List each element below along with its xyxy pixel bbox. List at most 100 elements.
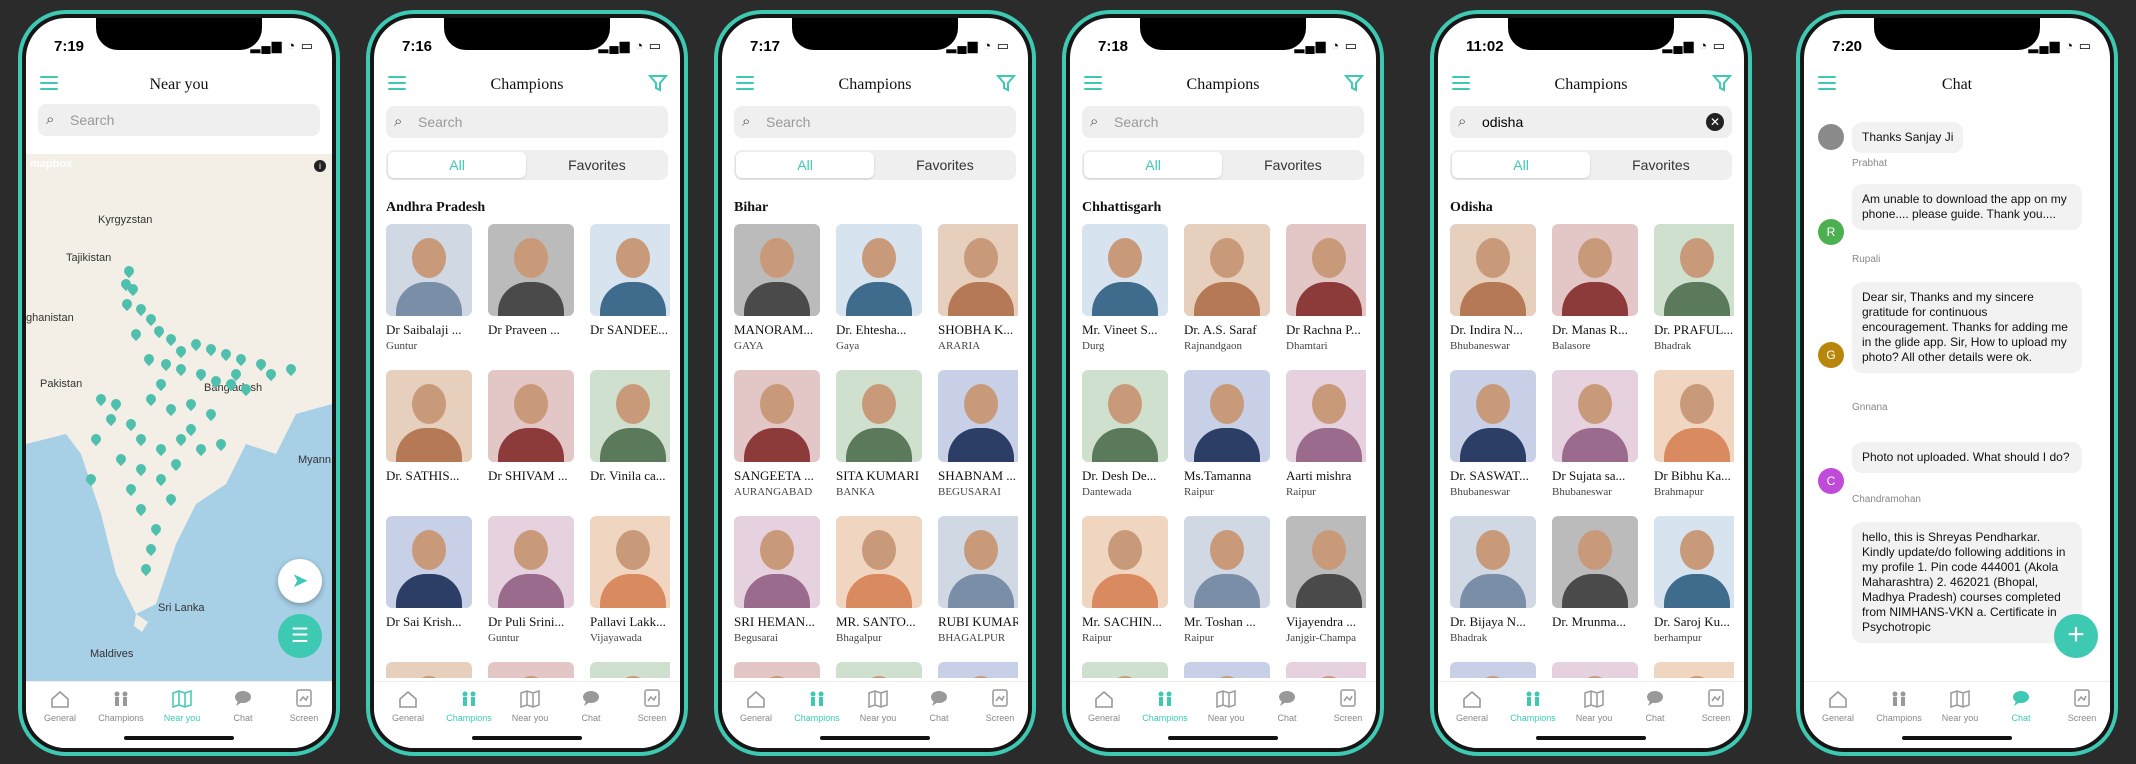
champion-card[interactable]: Dr Saibalaji ... Guntur (386, 224, 472, 352)
filter-icon[interactable] (648, 73, 668, 93)
champion-card[interactable]: Dr. Desh De... Dantewada (1082, 370, 1168, 498)
champion-card[interactable] (590, 662, 670, 678)
champion-card[interactable]: Ms.Tamanna Raipur (1184, 370, 1270, 498)
champion-card[interactable]: SHABNAM ... BEGUSARAI (938, 370, 1018, 498)
map[interactable]: mapbox i Kyrgyzstan Tajikistan ghanistan… (26, 154, 332, 682)
champion-card[interactable]: Aarti mishra Raipur (1286, 370, 1366, 498)
avatar[interactable] (1818, 124, 1844, 150)
champion-card[interactable]: Dr Bibhu Ka... Brahmapur (1654, 370, 1734, 498)
tab-favorites[interactable]: Favorites (1224, 152, 1362, 178)
champion-card[interactable] (836, 662, 922, 678)
champion-card[interactable]: Dr Rachna P... Dhamtari (1286, 224, 1366, 352)
champion-card[interactable] (488, 662, 574, 678)
tab-chat[interactable]: Chat (909, 688, 969, 723)
search-input[interactable]: ⌕ odisha ✕ (1450, 106, 1732, 138)
champion-card[interactable]: Dr. SASWAT... Bhubaneswar (1450, 370, 1536, 498)
tab-near-you[interactable]: Near you (1564, 688, 1624, 723)
champion-card[interactable]: Dr. A.S. Saraf Rajnandgaon (1184, 224, 1270, 352)
chat-message[interactable]: Dear sir, Thanks and my sincere gratitud… (1852, 282, 2082, 373)
locate-button[interactable]: ➤ (278, 559, 322, 603)
champion-card[interactable] (734, 662, 820, 678)
list-view-button[interactable]: ☰ (278, 614, 322, 658)
champion-card[interactable]: Vijayendra ... Janjgir-Champa (1286, 516, 1366, 644)
tab-all[interactable]: All (1084, 152, 1223, 178)
search-input[interactable]: ⌕ Search (1082, 106, 1364, 138)
search-input[interactable]: ⌕ Search (386, 106, 668, 138)
champion-card[interactable]: Dr Sai Krish... (386, 516, 472, 632)
tab-favorites[interactable]: Favorites (528, 152, 666, 178)
champion-card[interactable] (938, 662, 1018, 678)
tab-general[interactable]: General (1074, 688, 1134, 723)
tab-screen[interactable]: Screen (2052, 688, 2110, 723)
champion-card[interactable]: Mr. Toshan ... Raipur (1184, 516, 1270, 644)
tab-all[interactable]: All (388, 152, 527, 178)
info-icon[interactable]: i (314, 160, 326, 172)
champion-card[interactable] (386, 662, 472, 678)
tab-champions[interactable]: Champions (1869, 688, 1929, 723)
tab-favorites[interactable]: Favorites (1592, 152, 1730, 178)
avatar[interactable]: R (1818, 219, 1844, 245)
filter-icon[interactable] (1712, 73, 1732, 93)
champion-card[interactable]: Dr Sujata sa... Bhubaneswar (1552, 370, 1638, 498)
clear-search-icon[interactable]: ✕ (1706, 113, 1724, 131)
champion-card[interactable]: Dr. Indira N... Bhubaneswar (1450, 224, 1536, 352)
tab-near-you[interactable]: Near you (1196, 688, 1256, 723)
champion-card[interactable]: SHOBHA K... ARARIA (938, 224, 1018, 352)
champion-card[interactable]: Dr. Vinila ca... (590, 370, 670, 486)
filter-icon[interactable] (1344, 73, 1364, 93)
champion-card[interactable]: Dr SANDEE... (590, 224, 670, 340)
tab-chat[interactable]: Chat (1625, 688, 1685, 723)
search-input[interactable]: ⌕ Search (38, 104, 320, 136)
tab-near-you[interactable]: Near you (500, 688, 560, 723)
champion-card[interactable]: Dr. PRAFUL... Bhadrak (1654, 224, 1734, 352)
champion-card[interactable]: Dr Puli Srini... Guntur (488, 516, 574, 644)
tab-all[interactable]: All (1452, 152, 1591, 178)
avatar[interactable]: C (1818, 468, 1844, 494)
tab-champions[interactable]: Champions (787, 688, 847, 723)
champion-card[interactable]: Mr. SACHIN... Raipur (1082, 516, 1168, 644)
tab-screen[interactable]: Screen (1318, 688, 1376, 723)
champion-card[interactable]: Mr. Vineet S... Durg (1082, 224, 1168, 352)
champion-card[interactable] (1082, 662, 1168, 678)
tab-champions[interactable]: Champions (1135, 688, 1195, 723)
champion-card[interactable]: Dr. Ehtesha... Gaya (836, 224, 922, 352)
tab-screen[interactable]: Screen (622, 688, 680, 723)
chat-message[interactable]: hello, this is Shreyas Pendharkar. Kindl… (1852, 522, 2082, 643)
tab-general[interactable]: General (30, 688, 90, 723)
chat-message[interactable]: Photo not uploaded. What should I do? (1852, 442, 2082, 473)
tab-general[interactable]: General (726, 688, 786, 723)
tab-favorites[interactable]: Favorites (876, 152, 1014, 178)
champion-card[interactable]: Dr. Saroj Ku... berhampur (1654, 516, 1734, 644)
chat-message[interactable]: Am unable to download the app on my phon… (1852, 184, 2082, 230)
tab-champions[interactable]: Champions (1503, 688, 1563, 723)
champion-card[interactable] (1654, 662, 1734, 678)
champion-card[interactable]: SRI HEMAN... Begusarai (734, 516, 820, 644)
champion-card[interactable]: Dr. Manas R... Balasore (1552, 224, 1638, 352)
champion-card[interactable] (1286, 662, 1366, 678)
champion-card[interactable]: RUBI KUMARI BHAGALPUR (938, 516, 1018, 644)
tab-near-you[interactable]: Near you (152, 688, 212, 723)
tab-near-you[interactable]: Near you (848, 688, 908, 723)
tab-general[interactable]: General (1442, 688, 1502, 723)
champion-card[interactable]: MR. SANTO... Bhagalpur (836, 516, 922, 644)
filter-icon[interactable] (996, 73, 1016, 93)
champion-card[interactable] (1552, 662, 1638, 678)
tab-chat[interactable]: Chat (561, 688, 621, 723)
champion-card[interactable]: Pallavi Lakk... Vijayawada (590, 516, 670, 644)
tab-chat[interactable]: Chat (1257, 688, 1317, 723)
new-message-button[interactable]: + (2054, 614, 2098, 658)
champion-card[interactable]: Dr. Mrunma... (1552, 516, 1638, 632)
tab-chat[interactable]: Chat (1991, 688, 2051, 723)
tab-general[interactable]: General (378, 688, 438, 723)
champion-card[interactable]: SANGEETA ... AURANGABAD (734, 370, 820, 498)
tab-champions[interactable]: Champions (439, 688, 499, 723)
champion-card[interactable]: Dr SHIVAM ... (488, 370, 574, 486)
tab-chat[interactable]: Chat (213, 688, 273, 723)
tab-general[interactable]: General (1808, 688, 1868, 723)
champion-card[interactable]: Dr. SATHIS... (386, 370, 472, 486)
champion-card[interactable] (1450, 662, 1536, 678)
champion-card[interactable]: Dr Praveen ... (488, 224, 574, 340)
search-input[interactable]: ⌕ Search (734, 106, 1016, 138)
avatar[interactable]: G (1818, 342, 1844, 368)
tab-screen[interactable]: Screen (274, 688, 332, 723)
